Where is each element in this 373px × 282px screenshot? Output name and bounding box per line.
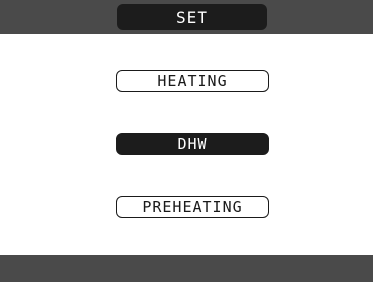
menu-item-dhw[interactable]: DHW [116,133,269,155]
menu-item-preheating[interactable]: PREHEATING [116,196,269,218]
screen-title: SET [117,4,267,30]
menu-item-heating[interactable]: HEATING [116,70,269,92]
bottom-bar [0,255,373,282]
top-bar: SET [0,0,373,34]
